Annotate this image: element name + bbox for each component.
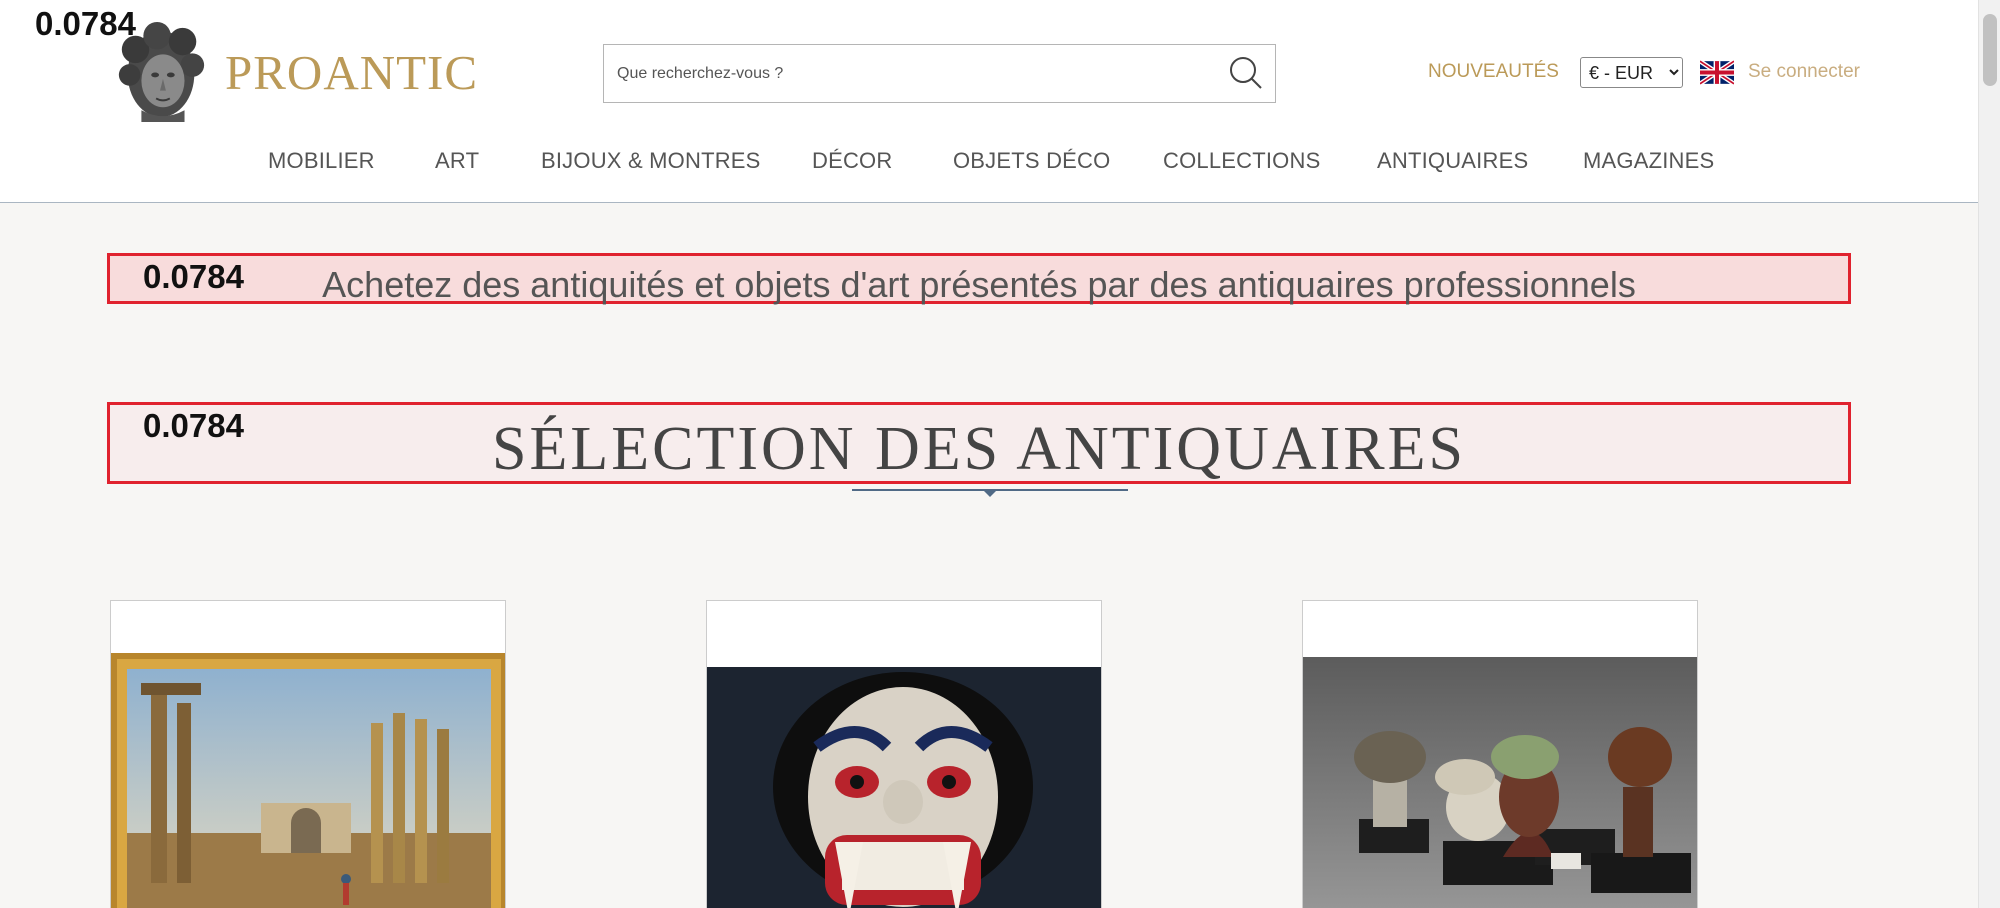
- brand-logo-text[interactable]: PROANTIC: [225, 44, 478, 101]
- selection-heading-box: SÉLECTION DES ANTIQUAIRES: [107, 402, 1851, 484]
- tagline-banner: Achetez des antiquités et objets d'art p…: [107, 253, 1851, 305]
- scrollbar-thumb[interactable]: [1983, 14, 1997, 86]
- currency-select[interactable]: € - EUR: [1580, 57, 1683, 88]
- nav-item-magazines[interactable]: MAGAZINES: [1583, 148, 1714, 174]
- login-link[interactable]: Se connecter: [1748, 61, 1860, 83]
- nav-item-bijoux-montres[interactable]: BIJOUX & MONTRES: [541, 148, 761, 174]
- nav-item-art[interactable]: ART: [435, 148, 479, 174]
- selection-title: SÉLECTION DES ANTIQUAIRES: [492, 415, 1466, 483]
- mushroom-models-image: [1303, 657, 1697, 908]
- search-button[interactable]: [1227, 54, 1265, 92]
- main-nav: MOBILIER ART BIJOUX & MONTRES DÉCOR OBJE…: [0, 148, 1978, 178]
- search-bar: [603, 44, 1276, 103]
- product-card-mushroom-models[interactable]: [1302, 600, 1698, 908]
- nav-item-collections[interactable]: COLLECTIONS: [1163, 148, 1320, 174]
- nav-item-mobilier[interactable]: MOBILIER: [268, 148, 375, 174]
- site-header: PROANTIC NOUVEAUTÉS € - EUR Se connecter…: [0, 0, 1978, 203]
- nav-item-objets-deco[interactable]: OBJETS DÉCO: [953, 148, 1110, 174]
- score-label-tagline: 0.0784: [143, 258, 244, 295]
- tagline-text: Achetez des antiquités et objets d'art p…: [322, 264, 1636, 305]
- product-card-balinese-mask[interactable]: [706, 600, 1102, 908]
- search-icon: [1230, 57, 1262, 89]
- new-arrivals-link[interactable]: NOUVEAUTÉS: [1428, 61, 1559, 83]
- search-input[interactable]: [604, 45, 1204, 102]
- score-label-top: 0.0784: [35, 5, 136, 42]
- divider-arrow-icon: [984, 491, 996, 497]
- nav-item-antiquaires[interactable]: ANTIQUAIRES: [1377, 148, 1528, 174]
- ruins-painting-image: [111, 653, 505, 908]
- nav-item-decor[interactable]: DÉCOR: [812, 148, 892, 174]
- balinese-mask-image: [707, 667, 1101, 908]
- uk-flag-icon[interactable]: [1700, 60, 1734, 85]
- product-card-ruins-painting[interactable]: [110, 600, 506, 908]
- score-label-selection: 0.0784: [143, 407, 244, 444]
- page-scrollbar[interactable]: [1978, 0, 2000, 908]
